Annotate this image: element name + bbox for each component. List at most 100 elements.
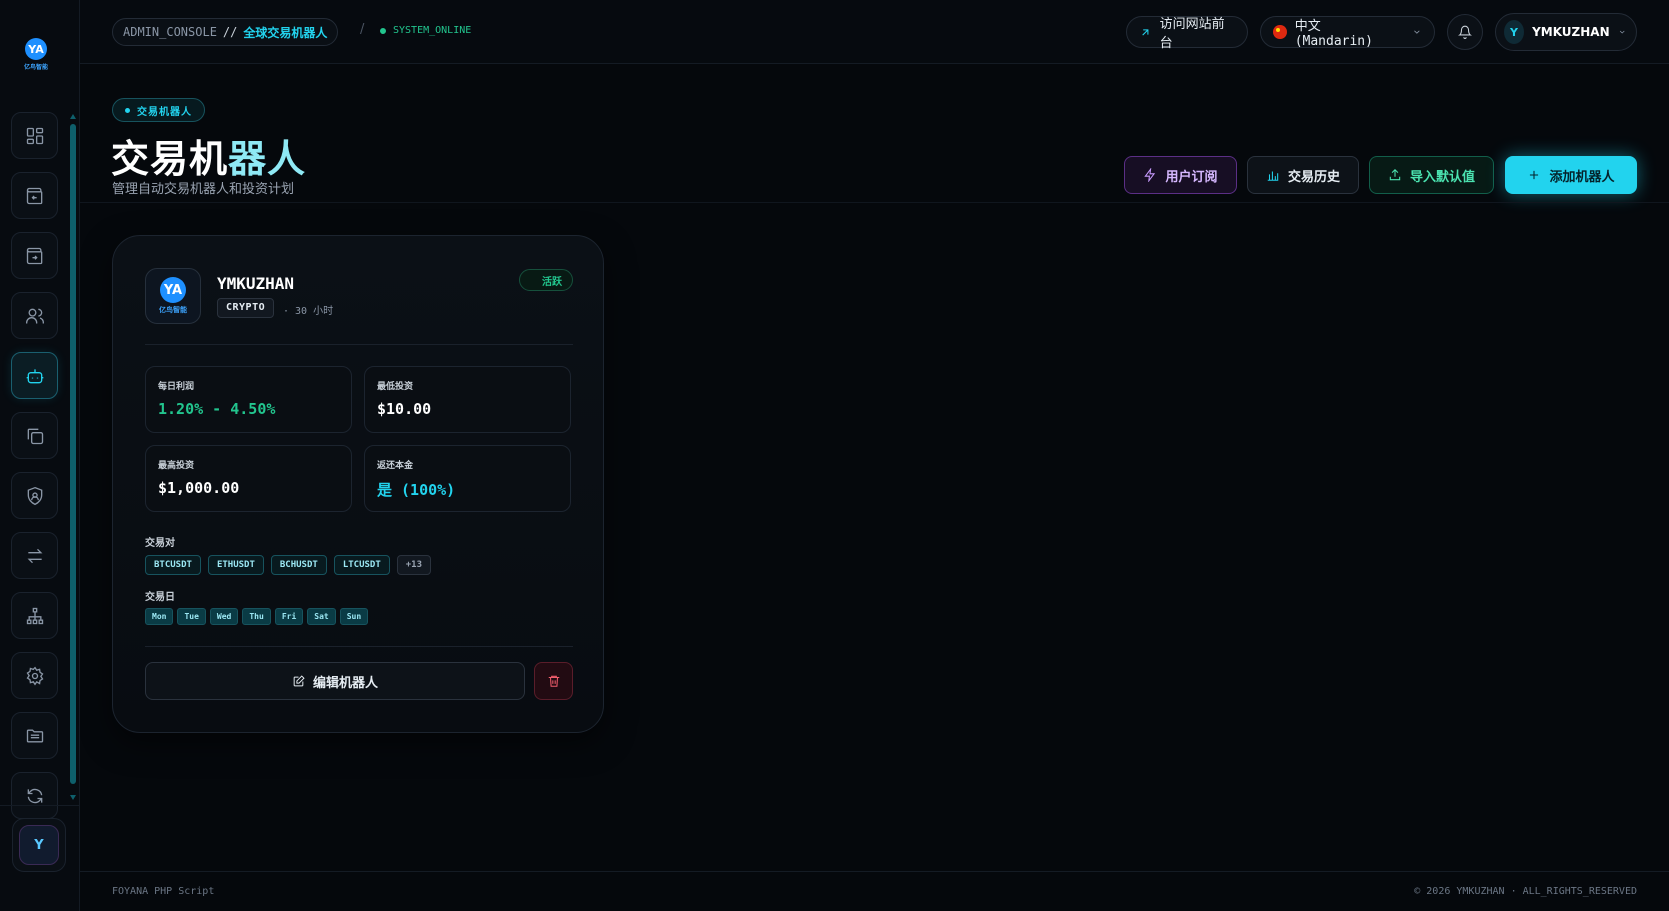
stat-value: $10.00 bbox=[377, 400, 432, 418]
trade-history-label: 交易历史 bbox=[1287, 169, 1340, 185]
notifications-button[interactable] bbox=[1447, 14, 1483, 50]
bot-category-tag: CRYPTO bbox=[217, 298, 275, 318]
upload-icon bbox=[1389, 169, 1401, 181]
chevron-down-icon bbox=[1414, 30, 1420, 34]
import-defaults-button[interactable]: 导入默认值 bbox=[1369, 156, 1494, 194]
breadcrumb: ADMIN_CONSOLE // 全球交易机器人 bbox=[112, 18, 339, 46]
bot-name: YMKUZHAN bbox=[217, 274, 295, 293]
top-header: ADMIN_CONSOLE // 全球交易机器人 / SYSTEM_ONLINE… bbox=[80, 0, 1669, 64]
user-subscriptions-label: 用户订阅 bbox=[1165, 169, 1218, 185]
edit-bot-label: 编辑机器人 bbox=[312, 675, 378, 691]
network-icon bbox=[26, 607, 43, 624]
add-bot-button[interactable]: 添加机器人 bbox=[1505, 156, 1637, 194]
card-divider bbox=[145, 646, 573, 647]
section-badge: 交易机器人 bbox=[112, 98, 205, 122]
refresh-icon bbox=[27, 788, 42, 803]
edit-icon bbox=[293, 674, 305, 686]
avatar: Y bbox=[19, 825, 59, 865]
trade-history-button[interactable]: 交易历史 bbox=[1247, 156, 1359, 194]
day-tag: Thu bbox=[242, 608, 271, 625]
sidebar: YA 亿鸟智能 Y bbox=[0, 0, 80, 911]
sidebar-scrollbar[interactable] bbox=[70, 112, 76, 802]
stat-min-invest: 最低投资 $10.00 bbox=[364, 366, 571, 433]
bot-logo: YA 亿鸟智能 bbox=[145, 268, 201, 324]
breadcrumb-root[interactable]: ADMIN_CONSOLE bbox=[123, 25, 217, 39]
stat-value: $1,000.00 bbox=[158, 479, 240, 497]
plus-icon bbox=[1530, 170, 1539, 180]
visit-site-button[interactable]: 访问网站前台 bbox=[1126, 16, 1248, 51]
page-title-main: 交易机 bbox=[111, 137, 229, 181]
user-subscriptions-button[interactable]: 用户订阅 bbox=[1124, 156, 1237, 194]
bot-logo-text: 亿鸟智能 bbox=[159, 306, 187, 314]
stat-value: 1.20% - 4.50% bbox=[158, 400, 276, 418]
arrow-up-right-icon bbox=[1142, 28, 1149, 35]
bot-logo-mark: YA bbox=[160, 277, 186, 303]
scroll-up-arrow-icon[interactable] bbox=[70, 114, 76, 119]
sidebar-item-transfers[interactable] bbox=[11, 532, 58, 579]
chevron-down-icon bbox=[1619, 30, 1625, 34]
day-tag: Sat bbox=[307, 608, 336, 625]
trash-icon bbox=[548, 675, 559, 687]
sidebar-item-sync[interactable] bbox=[11, 772, 58, 819]
pair-tag: LTCUSDT bbox=[333, 555, 390, 575]
header-divider bbox=[80, 202, 1669, 203]
bot-duration: · 30 小时 bbox=[283, 306, 334, 317]
sidebar-divider bbox=[0, 805, 80, 806]
sidebar-item-referrals[interactable] bbox=[11, 592, 58, 639]
stat-max-invest: 最高投资 $1,000.00 bbox=[145, 445, 352, 512]
path-separator: / bbox=[360, 22, 365, 37]
card-divider bbox=[145, 344, 573, 345]
scrollbar-thumb[interactable] bbox=[70, 124, 76, 784]
edit-bot-button[interactable]: 编辑机器人 bbox=[145, 662, 525, 700]
brand-logo[interactable]: YA 亿鸟智能 bbox=[20, 38, 52, 74]
stat-label: 每日利润 bbox=[158, 382, 195, 392]
days-label: 交易日 bbox=[145, 592, 175, 603]
status-dot-icon bbox=[380, 27, 386, 34]
pairs-label: 交易对 bbox=[145, 538, 175, 549]
day-tag: Mon bbox=[145, 608, 174, 625]
stat-label: 返还本金 bbox=[377, 461, 414, 471]
sidebar-item-files[interactable] bbox=[11, 712, 58, 759]
breadcrumb-separator: // bbox=[222, 25, 238, 39]
sidebar-profile[interactable]: Y bbox=[12, 818, 66, 872]
gear-icon bbox=[26, 666, 43, 686]
dashboard-icon bbox=[26, 127, 43, 144]
sidebar-item-copy-trading[interactable] bbox=[11, 412, 58, 459]
sidebar-item-deposits[interactable] bbox=[11, 172, 58, 219]
stat-label: 最高投资 bbox=[158, 461, 195, 471]
day-tag: Fri bbox=[274, 608, 304, 625]
pair-tag: ETHUSDT bbox=[207, 555, 264, 575]
breadcrumb-current: 全球交易机器人 bbox=[243, 25, 328, 40]
sidebar-item-dashboard[interactable] bbox=[11, 112, 58, 159]
pair-tag: BCHUSDT bbox=[270, 555, 327, 575]
trading-days: Mon Tue Wed Thu Fri Sat Sun bbox=[145, 608, 369, 625]
delete-bot-button[interactable] bbox=[534, 662, 573, 700]
transfer-icon bbox=[27, 548, 42, 563]
footer: FOYANA PHP Script © 2026 YMKUZHAN · ALL_… bbox=[80, 871, 1669, 911]
sidebar-item-users[interactable] bbox=[11, 292, 58, 339]
stat-return-capital: 返还本金 是 (100%) bbox=[364, 445, 571, 512]
stat-daily-profit: 每日利润 1.20% - 4.50% bbox=[145, 366, 352, 433]
page-title-accent: 器人 bbox=[228, 137, 307, 181]
language-label: 中文 (Mandarin) bbox=[1294, 19, 1373, 49]
add-bot-label: 添加机器人 bbox=[1549, 169, 1615, 185]
import-defaults-label: 导入默认值 bbox=[1409, 169, 1475, 185]
bar-chart-icon bbox=[1267, 171, 1279, 181]
sidebar-item-settings[interactable] bbox=[11, 652, 58, 699]
wallet-in-icon bbox=[26, 187, 42, 204]
wallet-out-icon bbox=[26, 247, 42, 264]
pairs-more-tag[interactable]: +13 bbox=[396, 555, 432, 575]
system-status: SYSTEM_ONLINE bbox=[380, 25, 471, 36]
sidebar-item-bots[interactable] bbox=[11, 352, 58, 399]
sidebar-item-kyc[interactable] bbox=[11, 472, 58, 519]
footer-left: FOYANA PHP Script bbox=[112, 886, 215, 897]
scroll-down-arrow-icon[interactable] bbox=[70, 795, 76, 800]
bell-icon bbox=[1458, 25, 1472, 39]
status-badge: 活跃 bbox=[519, 269, 573, 291]
stat-label: 最低投资 bbox=[377, 382, 414, 392]
badge-dot-icon bbox=[125, 107, 130, 113]
language-select[interactable]: 中文 (Mandarin) bbox=[1260, 16, 1435, 49]
section-badge-text: 交易机器人 bbox=[137, 106, 192, 118]
user-menu[interactable]: Y YMKUZHAN bbox=[1495, 13, 1637, 51]
sidebar-item-withdrawals[interactable] bbox=[11, 232, 58, 279]
